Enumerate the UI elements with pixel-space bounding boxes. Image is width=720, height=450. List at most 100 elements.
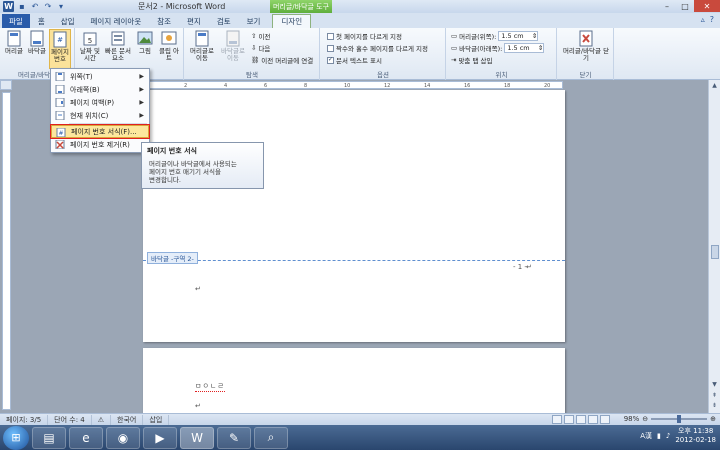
close-icon[interactable]: ✕ xyxy=(694,0,720,12)
tab-view[interactable]: 보기 xyxy=(239,14,269,28)
zoom-control: 98% ⊖ ⊕ xyxy=(624,415,716,423)
customize-qat-icon[interactable]: ▾ xyxy=(56,2,66,12)
menu-item-remove-page-numbers[interactable]: 페이지 번호 제거(R) xyxy=(51,138,149,151)
header-button[interactable]: 머리글 xyxy=(3,29,25,55)
menu-item-bottom-of-page[interactable]: 아래쪽(B) ▶ xyxy=(51,83,149,96)
word-logo-icon[interactable]: W xyxy=(3,1,14,12)
clip-art-button[interactable]: 클립 아트 xyxy=(158,29,180,62)
status-insert-mode[interactable]: 삽입 xyxy=(143,414,170,425)
quick-parts-button[interactable]: 빠른 문서 요소 xyxy=(105,29,131,62)
screen-tip: 페이지 번호 서식 머리글이나 바닥글에서 사용되는 페이지 번호 매기기 서식… xyxy=(141,142,264,189)
scroll-up-icon[interactable]: ▲ xyxy=(710,81,719,90)
different-first-page-checkbox[interactable]: 첫 페이지를 다르게 지정 xyxy=(327,31,402,41)
header-from-top-input[interactable]: 1.5 cm ⇕ xyxy=(498,31,539,41)
ime-indicator[interactable]: A漢 xyxy=(640,431,652,441)
tab-design[interactable]: 디자인 xyxy=(272,14,312,28)
zoom-slider[interactable] xyxy=(651,415,708,423)
group-label: 닫기 xyxy=(579,71,592,79)
vertical-scrollbar[interactable]: ▲ ▼ ⇞ ⇟ xyxy=(708,80,720,413)
vertical-ruler[interactable] xyxy=(2,92,11,410)
zoom-slider-knob[interactable] xyxy=(677,415,682,423)
tab-references[interactable]: 참조 xyxy=(149,14,179,28)
clock[interactable]: 오후 11:38 2012-02-18 xyxy=(675,427,716,445)
previous-page-icon[interactable]: ⇞ xyxy=(710,391,719,400)
date-time-button[interactable]: 5 날짜 및 시간 xyxy=(78,29,102,62)
explorer-icon[interactable]: ▤ xyxy=(32,426,66,449)
menu-item-page-margins[interactable]: 페이지 여백(P) ▶ xyxy=(51,96,149,109)
show-document-text-checkbox[interactable]: ✓ 문서 텍스트 표시 xyxy=(327,55,382,65)
link-to-previous-button[interactable]: ⛓ 이전 머리글에 연결 xyxy=(251,55,313,65)
picture-button[interactable]: 그림 xyxy=(134,29,156,55)
tab-home[interactable]: 홈 xyxy=(30,14,53,28)
quick-access-toolbar: W ▪ ↶ ↷ ▾ xyxy=(0,0,66,13)
footer-from-bottom-input[interactable]: 1.5 cm ⇕ xyxy=(504,43,545,53)
media-player-icon[interactable]: ▶ xyxy=(143,426,177,449)
word-taskbar-icon[interactable]: W xyxy=(180,426,214,449)
scroll-thumb[interactable] xyxy=(711,245,719,259)
tab-insert[interactable]: 삽입 xyxy=(53,14,83,28)
magnifier-icon[interactable]: ⌕ xyxy=(254,426,288,449)
tab-mailings[interactable]: 편지 xyxy=(179,14,209,28)
footer-button[interactable]: 바닥글 xyxy=(26,29,48,55)
zoom-level[interactable]: 98% xyxy=(624,415,640,423)
page[interactable]: 바닥글 -구역 2- - 1 - ↵ ↵ xyxy=(143,90,565,342)
help-icon[interactable]: ? xyxy=(710,15,714,24)
paint-icon[interactable]: ✎ xyxy=(217,426,251,449)
picture-icon xyxy=(137,29,153,47)
horizontal-ruler[interactable]: 2 4 6 8 10 12 14 16 18 20 xyxy=(143,81,563,89)
next-button[interactable]: ⇩ 다음 xyxy=(251,43,270,53)
collapse-ribbon-icon[interactable]: ▵ xyxy=(701,15,705,24)
volume-icon[interactable]: ♪ xyxy=(666,432,670,440)
alignment-tab-icon: ⇥ xyxy=(451,56,457,64)
tab-page-layout[interactable]: 페이지 레이아웃 xyxy=(83,14,150,28)
zoom-in-icon[interactable]: ⊕ xyxy=(710,415,716,423)
internet-explorer-icon[interactable]: e xyxy=(69,426,103,449)
group-label: 탐색 xyxy=(246,71,258,79)
scroll-down-icon[interactable]: ▼ xyxy=(710,380,719,389)
tab-review[interactable]: 검토 xyxy=(209,14,239,28)
tab-selector[interactable] xyxy=(0,80,12,90)
spinner-icon[interactable]: ⇕ xyxy=(538,44,543,52)
different-odd-even-checkbox[interactable]: 짝수와 홀수 페이지를 다르게 지정 xyxy=(327,43,428,53)
save-icon[interactable]: ▪ xyxy=(17,2,27,12)
checkbox-checked-icon[interactable]: ✓ xyxy=(327,56,334,64)
menu-item-top-of-page[interactable]: 위쪽(T) ▶ xyxy=(51,70,149,83)
menu-item-format-page-numbers[interactable]: # 페이지 번호 서식(F)... xyxy=(50,124,150,139)
web-layout-icon[interactable] xyxy=(576,415,586,424)
checkbox-unchecked[interactable] xyxy=(327,44,334,52)
network-icon[interactable]: ▮ xyxy=(657,432,661,440)
proofing-icon[interactable]: ⚠ xyxy=(92,414,112,425)
draft-view-icon[interactable] xyxy=(600,415,610,424)
zoom-out-icon[interactable]: ⊖ xyxy=(642,415,648,423)
group-options: 첫 페이지를 다르게 지정 짝수와 홀수 페이지를 다르게 지정 ✓ 문서 텍스… xyxy=(321,28,446,80)
spinner-icon[interactable]: ⇕ xyxy=(532,32,537,40)
context-tab-title: 머리글/바닥글 도구 xyxy=(270,0,332,13)
header-from-top-control: ▭ 머리글(위쪽): 1.5 cm ⇕ xyxy=(451,31,539,41)
outline-view-icon[interactable] xyxy=(588,415,598,424)
checkbox-unchecked[interactable] xyxy=(327,32,334,40)
previous-button[interactable]: ⇧ 이전 xyxy=(251,31,270,41)
next-page-icon[interactable]: ⇟ xyxy=(710,401,719,410)
firefox-icon[interactable]: ◉ xyxy=(106,426,140,449)
maximize-icon[interactable]: □ xyxy=(676,0,694,12)
redo-icon[interactable]: ↷ xyxy=(43,2,53,12)
full-screen-reading-icon[interactable] xyxy=(564,415,574,424)
close-header-footer-button[interactable]: 머리글/바닥글 닫기 xyxy=(561,29,611,62)
page[interactable]: ㅁㅇㄴㄹ ↵ xyxy=(143,348,565,413)
tab-file[interactable]: 파일 xyxy=(2,14,30,28)
start-button-icon[interactable]: ⊞ xyxy=(3,425,29,450)
document-text[interactable]: ㅁㅇㄴㄹ xyxy=(195,381,225,392)
status-page[interactable]: 페이지: 3/5 xyxy=(0,414,49,425)
undo-icon[interactable]: ↶ xyxy=(30,2,40,12)
go-to-footer-button[interactable]: 바닥글로 이동 xyxy=(219,29,247,62)
menu-item-current-position[interactable]: 현재 위치(C) ▶ xyxy=(51,109,149,122)
print-layout-view-icon[interactable] xyxy=(552,415,562,424)
status-language[interactable]: 한국어 xyxy=(111,414,144,425)
minimize-icon[interactable]: – xyxy=(658,0,676,12)
page-number-button[interactable]: # 페이지 번호 xyxy=(49,29,71,69)
insert-alignment-tab-button[interactable]: ⇥ 맞춤 탭 삽입 xyxy=(451,55,493,65)
footer-position-icon: ▭ xyxy=(451,44,458,52)
page-number-field[interactable]: - 1 - xyxy=(513,263,527,271)
status-word-count[interactable]: 단어 수: 4 xyxy=(48,414,92,425)
go-to-header-button[interactable]: 머리글로 이동 xyxy=(188,29,216,62)
